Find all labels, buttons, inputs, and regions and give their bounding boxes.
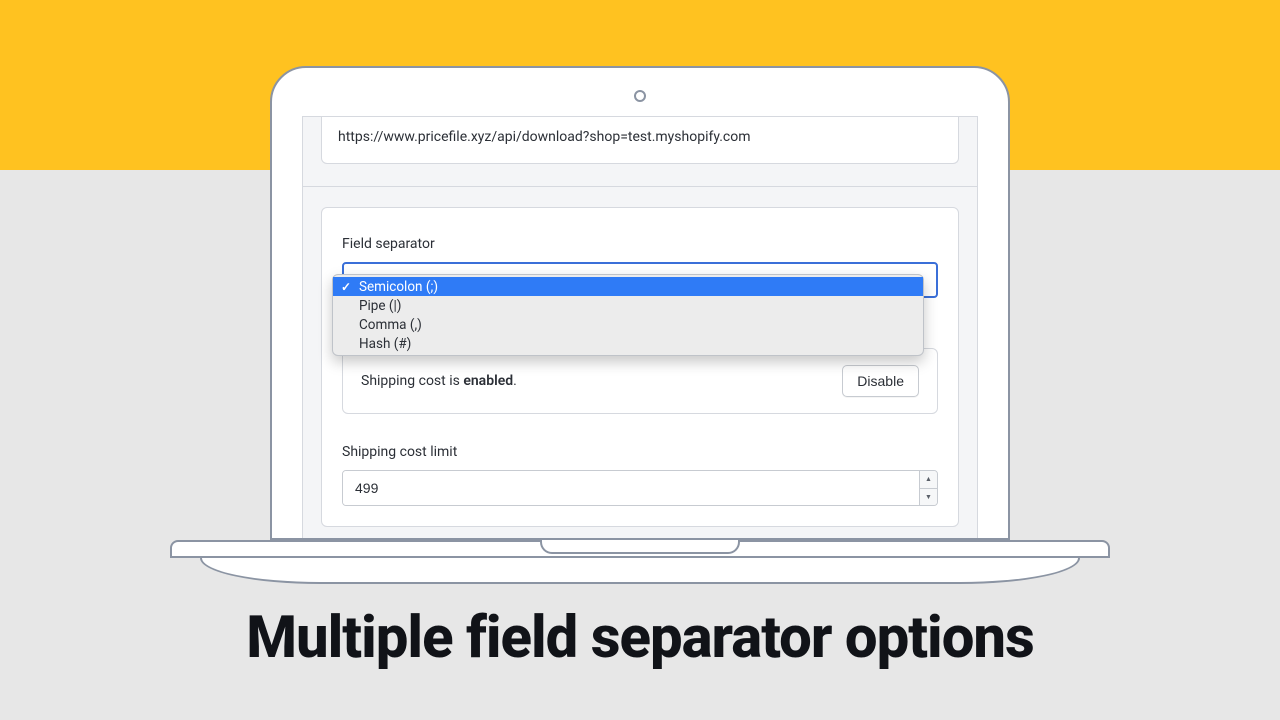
shipping-status-suffix: .: [513, 373, 517, 389]
shipping-cost-card: Shipping cost is enabled. Disable: [342, 348, 938, 414]
shipping-limit-field: ▲ ▼: [342, 470, 938, 506]
shipping-limit-label: Shipping cost limit: [342, 444, 938, 460]
laptop-base-top: [170, 540, 1110, 558]
trackpad-notch: [540, 540, 740, 554]
shipping-limit-input[interactable]: [343, 471, 919, 505]
step-down-icon[interactable]: ▼: [920, 488, 937, 506]
shipping-status-state: enabled: [463, 373, 513, 389]
settings-card: Field separator Semicolon (;) Pipe (|): [321, 207, 959, 527]
disable-button[interactable]: Disable: [842, 365, 919, 397]
field-separator-dropdown[interactable]: Semicolon (;) Pipe (|) Comma (,) Hash (#…: [332, 274, 924, 356]
download-url-value[interactable]: https://www.pricefile.xyz/api/download?s…: [338, 129, 942, 145]
step-up-icon[interactable]: ▲: [920, 471, 937, 488]
download-url-card: https://www.pricefile.xyz/api/download?s…: [321, 117, 959, 164]
laptop-base: [170, 540, 1110, 586]
field-separator-select-wrap: Semicolon (;) Pipe (|) Comma (,) Hash (#…: [342, 262, 938, 298]
marketing-headline: Multiple field separator options: [0, 604, 1280, 672]
option-hash[interactable]: Hash (#): [333, 334, 923, 353]
quantity-stepper: ▲ ▼: [919, 471, 937, 505]
option-comma[interactable]: Comma (,): [333, 315, 923, 334]
app-viewport: https://www.pricefile.xyz/api/download?s…: [302, 116, 978, 538]
camera-icon: [634, 90, 646, 102]
laptop-base-bottom: [200, 558, 1080, 584]
option-semicolon[interactable]: Semicolon (;): [333, 277, 923, 296]
option-pipe[interactable]: Pipe (|): [333, 296, 923, 315]
laptop-frame: https://www.pricefile.xyz/api/download?s…: [270, 66, 1010, 540]
option-label: Comma (,): [359, 317, 422, 333]
section-divider: [303, 186, 977, 187]
laptop-screen: https://www.pricefile.xyz/api/download?s…: [270, 66, 1010, 540]
option-label: Pipe (|): [359, 298, 402, 314]
shipping-status-prefix: Shipping cost is: [361, 373, 463, 389]
option-label: Hash (#): [359, 336, 411, 352]
option-label: Semicolon (;): [359, 279, 438, 295]
field-separator-label: Field separator: [342, 236, 938, 252]
shipping-cost-status: Shipping cost is enabled.: [361, 373, 517, 389]
